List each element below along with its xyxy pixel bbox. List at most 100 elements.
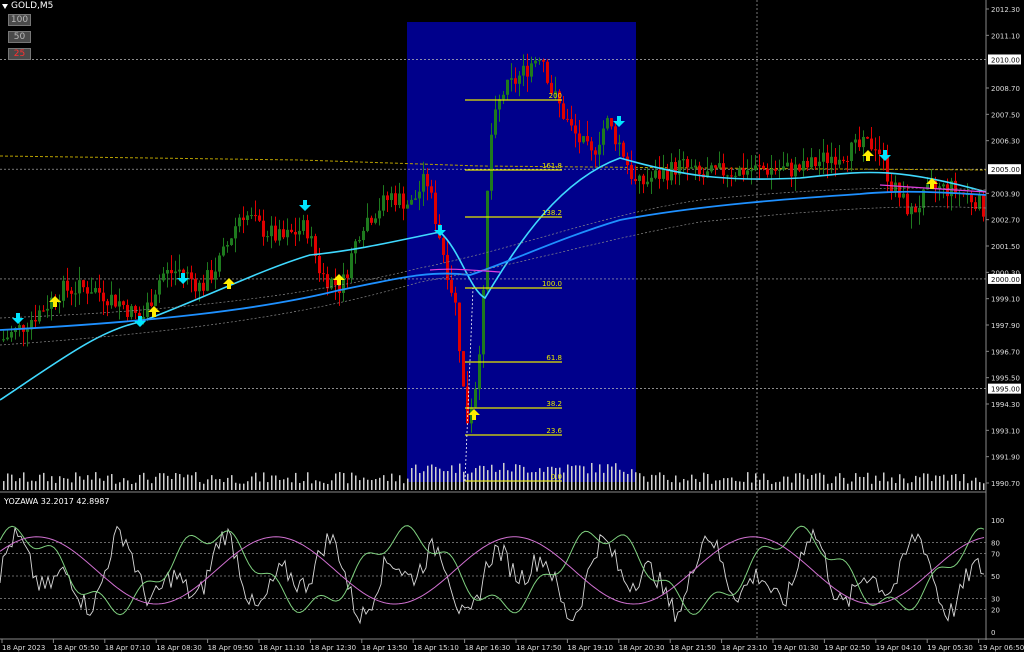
candle-bear — [306, 220, 309, 239]
volume-bar — [355, 475, 357, 490]
candle-bear — [570, 119, 573, 126]
volume-bar — [819, 472, 821, 490]
candle-bull — [754, 165, 757, 171]
oscillator-slow-line — [0, 536, 985, 605]
candle-bear — [258, 215, 261, 221]
volume-bar — [911, 482, 913, 490]
volume-bar — [67, 478, 69, 490]
volume-bar — [915, 475, 917, 490]
candle-bear — [542, 60, 545, 62]
volume-bar — [967, 483, 969, 490]
volume-bar — [383, 475, 385, 490]
dropdown-triangle-icon[interactable] — [2, 3, 8, 9]
candle-bear — [290, 229, 293, 232]
volume-bar — [131, 483, 133, 490]
candle-bull — [894, 182, 897, 192]
symbol-label: GOLD,M5 — [11, 1, 54, 11]
candle-bull — [414, 198, 417, 200]
time-tick-label: 19 Apr 06:50 — [979, 644, 1024, 652]
volume-bar — [303, 481, 305, 490]
chart-root[interactable]: 200 161.8 138.2 100.0 61.8 38.2 23.6 0.0 2012.30… — [0, 0, 1024, 652]
candle-bear — [878, 149, 881, 155]
oscillator-main-line — [0, 525, 985, 625]
volume-bar — [955, 474, 957, 490]
volume-bar — [183, 477, 185, 490]
volume-bar — [359, 480, 361, 490]
volume-bar — [375, 479, 377, 490]
price-tick-label: 2002.70 — [991, 217, 1020, 225]
zoom-50-button[interactable]: 50 — [8, 31, 31, 43]
candle-bull — [350, 253, 353, 279]
volume-bar — [563, 472, 565, 490]
volume-bar — [487, 470, 489, 490]
time-tick-label: 18 Apr 12:30 — [310, 644, 356, 652]
volume-bar — [891, 477, 893, 490]
zoom-25-button[interactable]: 25 — [8, 48, 31, 60]
volume-bar — [347, 483, 349, 490]
candle-bear — [762, 165, 765, 169]
volume-bar — [295, 472, 297, 490]
candle-bear — [814, 157, 817, 167]
candle-bear — [442, 238, 445, 255]
candle-bull — [494, 109, 497, 135]
candle-bull — [62, 280, 65, 301]
candle-bear — [590, 141, 593, 151]
volume-bar — [387, 480, 389, 490]
volume-bar — [703, 472, 705, 490]
candle-bear — [386, 195, 389, 201]
candle-bear — [970, 194, 973, 203]
candle-bear — [402, 193, 405, 209]
volume-bar — [859, 476, 861, 490]
volume-bar — [835, 476, 837, 490]
zoom-100-button[interactable]: 100 — [8, 14, 31, 26]
volume-bar — [771, 483, 773, 490]
price-chart[interactable]: 200161.8138.2100.061.838.223.60.02012.30… — [0, 0, 1024, 652]
candle-bear — [622, 142, 625, 157]
volume-bar — [171, 479, 173, 490]
candle-bear — [394, 193, 397, 206]
volume-bar — [119, 482, 121, 490]
fib-level-label: 138.2 — [542, 209, 562, 217]
candle-bull — [6, 337, 9, 340]
candle-bull — [26, 329, 29, 332]
symbol-title[interactable]: GOLD,M5 — [2, 1, 53, 11]
sell-arrow-icon — [12, 313, 24, 324]
candle-bear — [874, 149, 877, 151]
volume-bar — [779, 481, 781, 490]
candle-bull — [518, 75, 521, 84]
volume-bar — [259, 481, 261, 490]
candle-bull — [2, 339, 5, 341]
volume-bar — [39, 474, 41, 490]
volume-bar — [127, 480, 129, 490]
volume-bar — [331, 480, 333, 490]
candle-bull — [662, 169, 665, 179]
volume-bar — [671, 482, 673, 490]
candle-bull — [538, 60, 541, 62]
candle-bear — [686, 159, 689, 168]
volume-bar — [115, 483, 117, 490]
volume-bar — [827, 483, 829, 490]
fib-level-label: 38.2 — [546, 400, 562, 408]
price-tag-label: 2005.00 — [991, 166, 1020, 174]
candle-bear — [70, 290, 73, 294]
candle-bull — [778, 169, 781, 171]
volume-bar — [135, 482, 137, 490]
volume-bar — [679, 482, 681, 490]
volume-bar — [43, 472, 45, 490]
candle-bull — [406, 204, 409, 209]
volume-bar — [215, 479, 217, 490]
volume-bar — [423, 471, 425, 490]
volume-bar — [435, 466, 437, 490]
candle-bull — [810, 157, 813, 168]
volume-bar — [243, 483, 245, 490]
volume-bar — [75, 472, 77, 490]
candle-bull — [978, 194, 981, 209]
volume-bar — [931, 481, 933, 490]
candle-bull — [178, 269, 181, 272]
volume-bar — [879, 480, 881, 490]
candle-bear — [698, 165, 701, 175]
volume-bar — [307, 472, 309, 490]
candle-bull — [398, 193, 401, 206]
candle-bull — [94, 288, 97, 293]
candle-bear — [66, 280, 69, 291]
